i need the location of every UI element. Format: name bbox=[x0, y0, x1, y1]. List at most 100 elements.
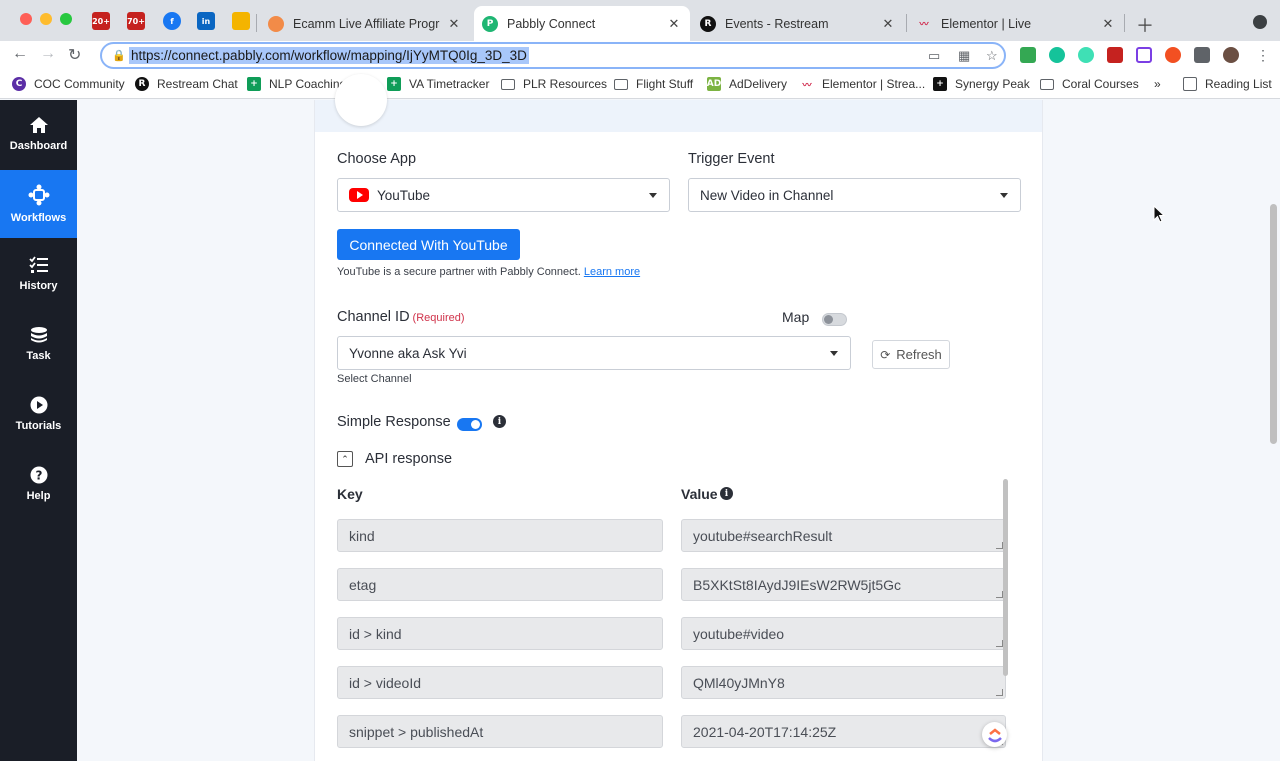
bookmark-item[interactable]: AD AdDelivery bbox=[707, 77, 787, 91]
value-field[interactable]: QMl40yJMnY8 bbox=[681, 666, 1006, 699]
pinned-tab-linkedin[interactable]: in bbox=[197, 12, 215, 30]
value-field[interactable]: youtube#searchResult bbox=[681, 519, 1006, 552]
puzzle-icon[interactable] bbox=[1194, 47, 1210, 63]
tab-ecamm[interactable]: Ecamm Live Affiliate Program | ✕ bbox=[262, 6, 468, 41]
extension-icon[interactable] bbox=[1165, 47, 1181, 63]
bookmark-star-icon[interactable]: ☆ bbox=[986, 48, 998, 64]
reading-list-icon bbox=[1183, 77, 1197, 91]
chevron-up-icon[interactable]: ⌃ bbox=[337, 451, 353, 467]
back-arrow-icon[interactable]: ← bbox=[12, 45, 28, 63]
pinned-tab-facebook[interactable]: f bbox=[163, 12, 181, 30]
learn-more-link[interactable]: Learn more bbox=[584, 266, 640, 278]
close-tab-icon[interactable]: ✕ bbox=[666, 16, 682, 32]
value-field[interactable]: B5XKtSt8IAydJ9IEsW2RW5jt5Gc bbox=[681, 568, 1006, 601]
clickup-logo-icon bbox=[987, 727, 1002, 742]
trigger-event-value: New Video in Channel bbox=[700, 187, 834, 203]
grammarly-icon[interactable] bbox=[1049, 47, 1065, 63]
sidebar-item-label: Workflows bbox=[10, 212, 67, 224]
profile-avatar[interactable] bbox=[1223, 47, 1239, 63]
map-toggle[interactable] bbox=[822, 313, 847, 326]
reload-icon[interactable]: ↻ bbox=[68, 45, 81, 65]
sidebar-item-workflows[interactable]: Workflows bbox=[0, 170, 77, 238]
extension-icon[interactable] bbox=[1136, 47, 1152, 63]
elementor-icon: 〰 bbox=[919, 20, 929, 30]
reading-list-button[interactable]: Reading List bbox=[1183, 77, 1272, 91]
pinned-tab-app[interactable] bbox=[232, 12, 250, 30]
sidebar-item-tutorials[interactable]: Tutorials bbox=[0, 380, 77, 448]
clickup-icon[interactable] bbox=[982, 722, 1007, 747]
qr-code-icon[interactable]: ▦ bbox=[958, 48, 970, 64]
tab-search-icon[interactable] bbox=[1253, 15, 1267, 29]
new-tab-plus-icon[interactable]: ＋ bbox=[1136, 12, 1154, 38]
bookmark-item[interactable]: 〰 Elementor | Strea... bbox=[800, 77, 925, 91]
sheets-icon: + bbox=[247, 77, 261, 91]
browser-menu-icon[interactable]: ⋮ bbox=[1255, 47, 1271, 63]
bookmark-folder[interactable]: Flight Stuff bbox=[614, 77, 693, 91]
refresh-button[interactable]: ⟳ Refresh bbox=[872, 340, 950, 369]
bookmark-folder[interactable]: Coral Courses bbox=[1040, 77, 1139, 91]
coc-icon: C bbox=[12, 77, 26, 91]
bookmarks-bar: C COC Community R Restream Chat + NLP Coach… bbox=[0, 71, 1280, 99]
tab-title: Pabbly Connect bbox=[507, 16, 596, 31]
pinned-tab-gmail-2[interactable]: 70+ bbox=[127, 12, 145, 30]
secure-partner-note: YouTube is a secure partner with Pabbly … bbox=[337, 266, 640, 278]
refresh-label: Refresh bbox=[896, 347, 942, 362]
restream-icon: R bbox=[700, 15, 716, 32]
simple-response-toggle[interactable] bbox=[457, 418, 482, 431]
sidebar-item-dashboard[interactable]: Dashboard bbox=[0, 100, 77, 168]
extension-icon[interactable] bbox=[1020, 47, 1036, 63]
bookmark-item[interactable]: C COC Community bbox=[12, 77, 125, 91]
info-icon[interactable]: i bbox=[493, 415, 506, 428]
sidebar-item-label: History bbox=[19, 280, 58, 292]
reading-list-label: Reading List bbox=[1205, 77, 1272, 91]
bookmark-label: AdDelivery bbox=[729, 77, 788, 91]
bookmark-label: PLR Resources bbox=[523, 77, 608, 91]
close-window-button[interactable] bbox=[20, 13, 32, 25]
value-field[interactable]: 2021-04-20T17:14:25Z bbox=[681, 715, 1006, 748]
bookmarks-overflow-button[interactable]: » bbox=[1154, 77, 1161, 91]
connected-with-youtube-button[interactable]: Connected With YouTube bbox=[337, 229, 520, 260]
maximize-window-button[interactable] bbox=[60, 13, 72, 25]
trigger-event-select[interactable]: New Video in Channel bbox=[688, 178, 1021, 212]
url-text[interactable]: https://connect.pabbly.com/workflow/mapp… bbox=[129, 47, 529, 64]
sidebar-item-task[interactable]: Task bbox=[0, 310, 77, 378]
extension-icon[interactable] bbox=[1078, 47, 1094, 63]
bookmark-label: Elementor | Strea... bbox=[822, 77, 926, 91]
sidebar-item-history[interactable]: History bbox=[0, 240, 77, 308]
close-tab-icon[interactable]: ✕ bbox=[1100, 16, 1116, 32]
choose-app-select[interactable]: YouTube bbox=[337, 178, 670, 212]
minimize-window-button[interactable] bbox=[40, 13, 52, 25]
cast-icon[interactable]: ▭ bbox=[928, 48, 940, 64]
value-field[interactable]: youtube#video bbox=[681, 617, 1006, 650]
refresh-icon: ⟳ bbox=[880, 347, 891, 362]
tab-pabbly-connect[interactable]: P Pabbly Connect ✕ bbox=[474, 6, 690, 41]
extension-icon[interactable] bbox=[1107, 47, 1123, 63]
close-tab-icon[interactable]: ✕ bbox=[880, 16, 896, 32]
play-icon bbox=[30, 396, 47, 414]
bookmark-folder[interactable]: PLR Resources bbox=[501, 77, 607, 91]
forward-arrow-icon[interactable]: → bbox=[40, 45, 56, 63]
address-bar[interactable]: 🔒 https://connect.pabbly.com/workflow/ma… bbox=[100, 42, 1006, 69]
chevron-down-icon bbox=[1000, 193, 1008, 198]
sidebar-item-help[interactable]: ? Help bbox=[0, 450, 77, 518]
channel-id-select[interactable]: Yvonne aka Ask Yvi bbox=[337, 336, 851, 370]
restream-icon: R bbox=[135, 77, 149, 91]
api-response-scrollbar[interactable] bbox=[1003, 479, 1008, 676]
ecamm-icon bbox=[268, 15, 284, 32]
tab-elementor[interactable]: 〰 Elementor | Live ✕ bbox=[910, 6, 1122, 41]
chevron-down-icon bbox=[649, 193, 657, 198]
folder-icon bbox=[501, 78, 515, 90]
page-scrollbar[interactable] bbox=[1270, 204, 1277, 444]
info-icon[interactable]: i bbox=[720, 487, 733, 500]
tab-restream[interactable]: R Events - Restream ✕ bbox=[694, 6, 902, 41]
trigger-config-card: Choose App YouTube Trigger Event New Vid… bbox=[314, 74, 1043, 761]
lock-icon: 🔒 bbox=[112, 50, 126, 62]
bookmark-label: COC Community bbox=[34, 77, 125, 91]
choose-app-label: Choose App bbox=[337, 151, 417, 167]
bookmark-item[interactable]: R Restream Chat bbox=[135, 77, 238, 91]
bookmark-label: Restream Chat bbox=[157, 77, 238, 91]
bookmark-item[interactable]: + VA Timetracker bbox=[387, 77, 489, 91]
bookmark-item[interactable]: + Synergy Peak bbox=[933, 77, 1030, 91]
close-tab-icon[interactable]: ✕ bbox=[446, 16, 462, 32]
pinned-tab-gmail-1[interactable]: 20+ bbox=[92, 12, 110, 30]
